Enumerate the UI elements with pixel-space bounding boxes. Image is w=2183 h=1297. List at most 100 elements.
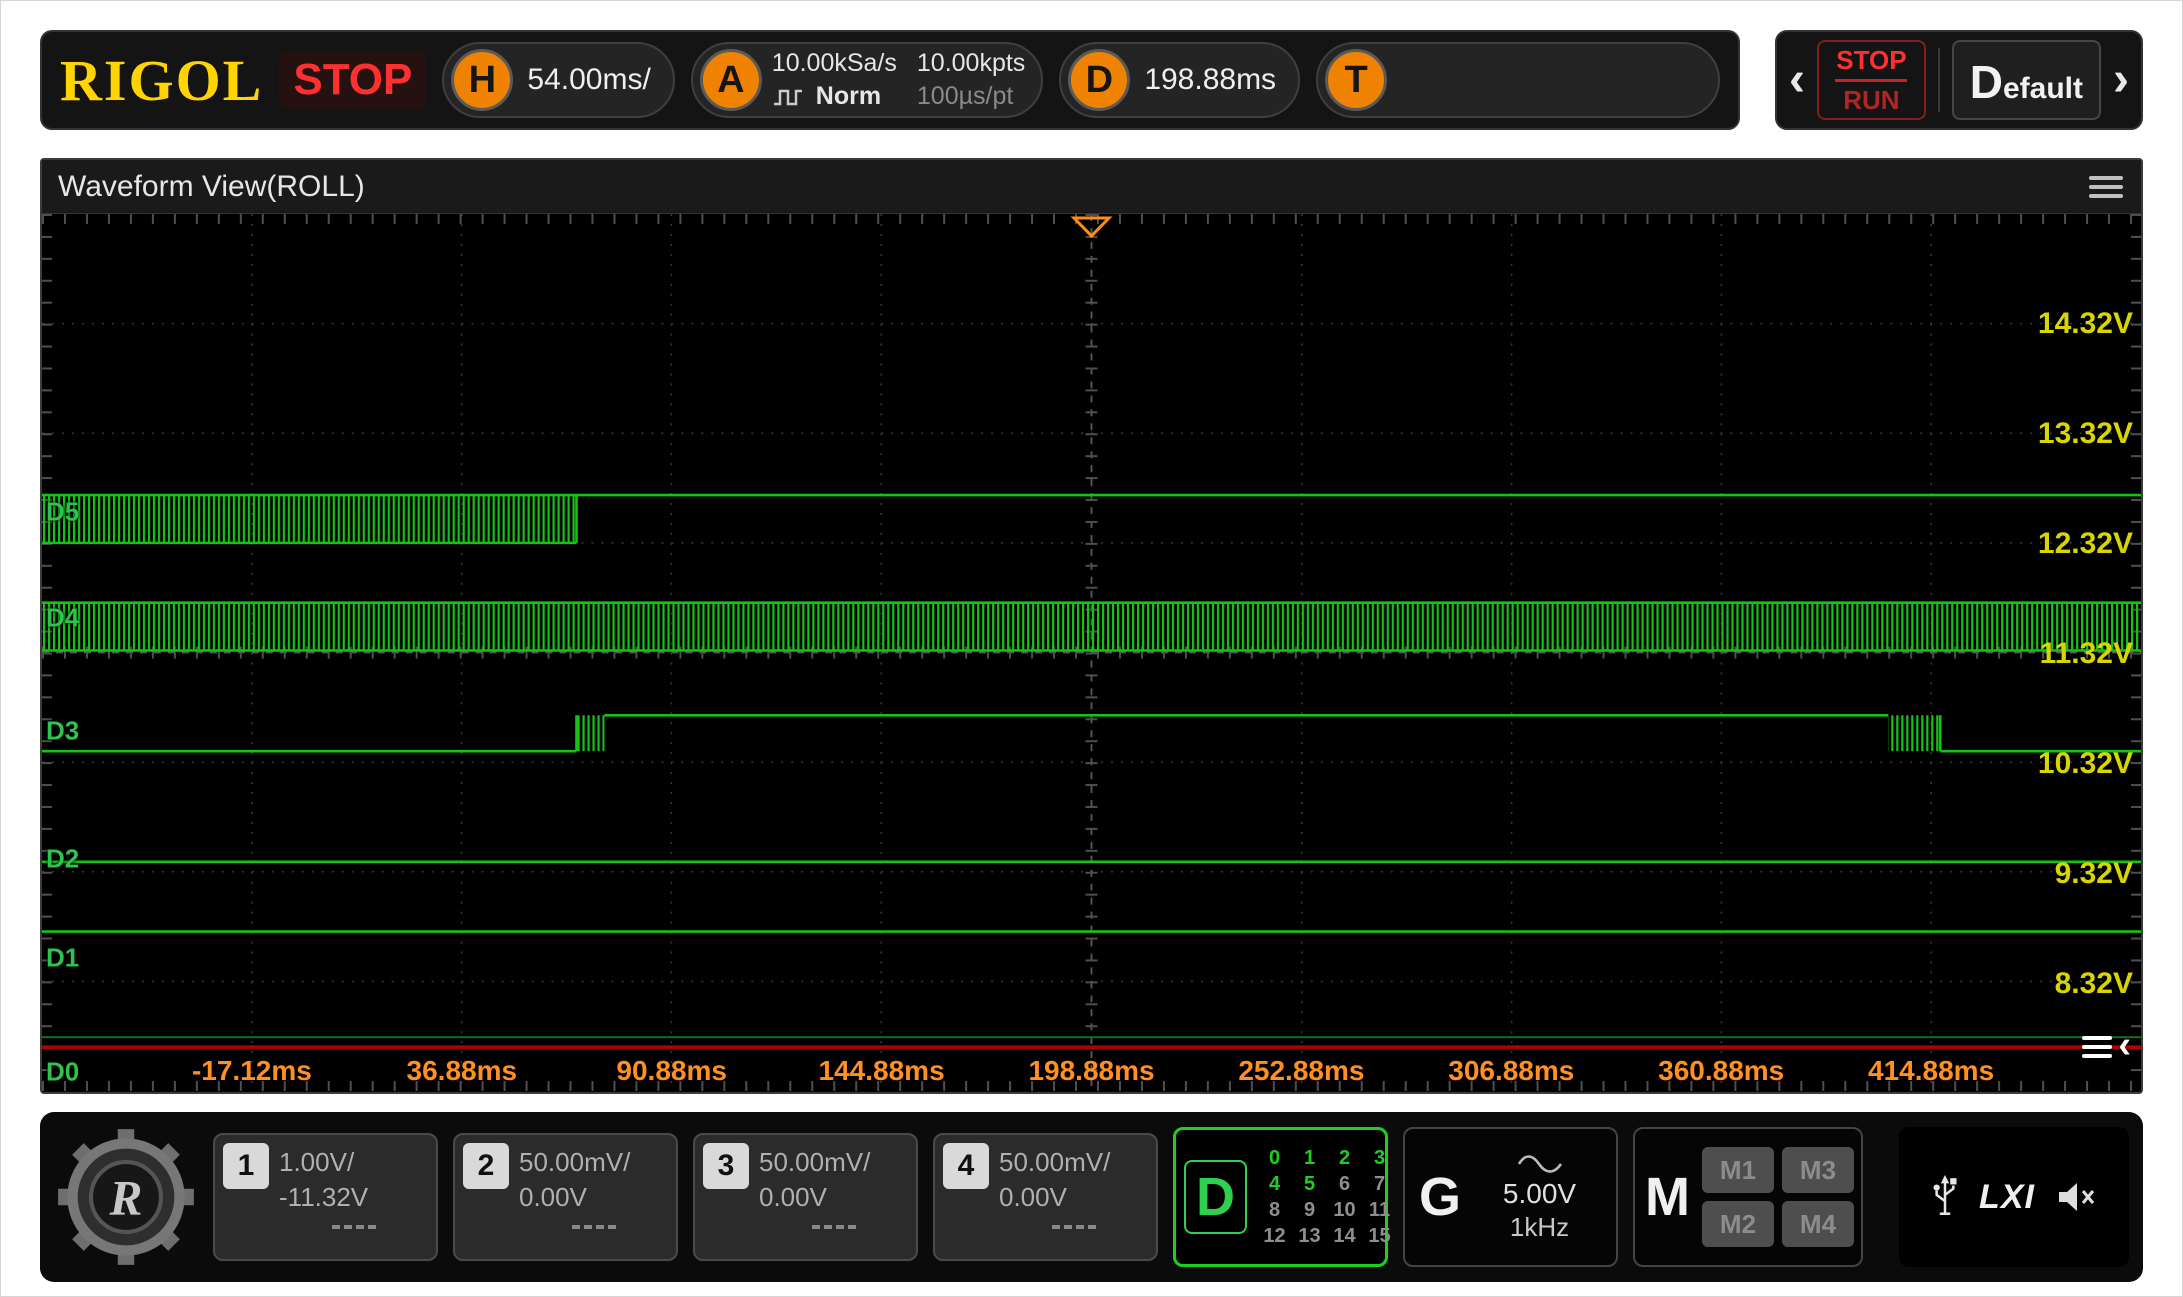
next-page-chevron-icon[interactable]: › <box>2113 56 2129 104</box>
channel-4-number: 4 <box>943 1143 989 1189</box>
delay-value: 198.88ms <box>1144 63 1276 97</box>
channel-3-scale: 50.00mV/ <box>759 1147 908 1178</box>
channel-2-offset: 0.00V <box>519 1182 668 1213</box>
digital-bit: 8 <box>1257 1199 1292 1222</box>
acquire-knob-icon[interactable]: A <box>700 49 762 111</box>
waveform-view-header: Waveform View(ROLL) <box>42 160 2141 214</box>
top-toolbar: RIGOL STOP H 54.00ms/ A 10.00kSa/s Norm … <box>40 30 1740 130</box>
rigol-gear-logo-button[interactable]: R <box>54 1125 198 1269</box>
channel-4-button[interactable]: 4 50.00mV/ 0.00V <box>933 1133 1158 1261</box>
lxi-status-label: LXI <box>1979 1178 2035 1217</box>
toolbar-divider <box>1938 48 1940 112</box>
digital-bit: 10 <box>1327 1199 1362 1222</box>
channel-2-number: 2 <box>463 1143 509 1189</box>
coupling-dashes-icon <box>1052 1225 1096 1229</box>
channel-label-d2: D2 <box>46 844 79 875</box>
generator-amplitude: 5.00V <box>1503 1178 1576 1210</box>
io-status-panel: LXI <box>1899 1127 2129 1267</box>
channel-label-d4: D4 <box>46 603 79 634</box>
math-button[interactable]: M M1 M3 M2 M4 <box>1633 1127 1863 1267</box>
menu-icon[interactable] <box>2087 170 2125 204</box>
digital-bit: 9 <box>1292 1199 1327 1222</box>
channel-label-d1: D1 <box>46 943 79 974</box>
sample-rate-value: 10.00kSa/s <box>772 49 897 78</box>
math-m4-button[interactable]: M4 <box>1782 1201 1854 1247</box>
waveform-traces[interactable] <box>42 214 2141 1091</box>
channel-3-number: 3 <box>703 1143 749 1189</box>
delay-knob-icon[interactable]: D <box>1068 49 1130 111</box>
speaker-muted-icon[interactable] <box>2055 1178 2097 1216</box>
digital-bit: 14 <box>1327 1225 1362 1248</box>
run-stop-run-label: RUN <box>1843 85 1899 116</box>
horizontal-scale-button[interactable]: H 54.00ms/ <box>442 42 674 118</box>
time-label: 252.88ms <box>1238 1055 1364 1087</box>
horizontal-knob-icon[interactable]: H <box>451 49 513 111</box>
math-m2-button[interactable]: M2 <box>1702 1201 1774 1247</box>
top-right-toolbar: ‹ STOP RUN Default › <box>1775 30 2143 130</box>
acquire-left-column: 10.00kSa/s Norm <box>772 49 897 111</box>
voltage-label: 11.32V <box>2040 637 2133 671</box>
time-label: 90.88ms <box>616 1055 727 1087</box>
rigol-logo: RIGOL <box>60 47 263 114</box>
voltage-label: 9.32V <box>2055 857 2133 891</box>
channel-3-offset: 0.00V <box>759 1182 908 1213</box>
digital-bit: 5 <box>1292 1173 1327 1196</box>
run-stop-button[interactable]: STOP RUN <box>1817 40 1926 120</box>
default-button[interactable]: Default <box>1952 40 2101 120</box>
trigger-button[interactable]: T <box>1316 42 1720 118</box>
voltage-label: 10.32V <box>2038 747 2133 781</box>
time-label: 414.88ms <box>1868 1055 1994 1087</box>
coupling-dashes-icon <box>572 1225 616 1229</box>
channel-4-offset: 0.00V <box>999 1182 1148 1213</box>
channel-label-d3: D3 <box>46 716 79 747</box>
channel-3-button[interactable]: 3 50.00mV/ 0.00V <box>693 1133 918 1261</box>
svg-text:R: R <box>109 1170 143 1225</box>
delay-button[interactable]: D 198.88ms <box>1059 42 1300 118</box>
channel-2-button[interactable]: 2 50.00mV/ 0.00V <box>453 1133 678 1261</box>
collapse-chevron-icon: ‹ <box>2118 1026 2131 1064</box>
math-m3-button[interactable]: M3 <box>1782 1147 1854 1193</box>
coupling-dashes-icon <box>812 1225 856 1229</box>
run-stop-stop-label: STOP <box>1836 45 1906 76</box>
channel-1-number: 1 <box>223 1143 269 1189</box>
digital-bit: 2 <box>1327 1147 1362 1170</box>
digital-bit-grid: 0 1 2 3 4 5 6 7 8 9 10 11 12 13 14 15 <box>1257 1147 1397 1248</box>
square-wave-icon <box>772 87 808 107</box>
generator-label: G <box>1419 1166 1461 1228</box>
channel-4-scale: 50.00mV/ <box>999 1147 1148 1178</box>
digital-bit: 12 <box>1257 1225 1292 1248</box>
time-label: 198.88ms <box>1028 1055 1154 1087</box>
channel-label-d0: D0 <box>46 1057 79 1088</box>
time-per-point-value: 100µs/pt <box>917 82 1025 111</box>
digital-bit: 7 <box>1362 1173 1397 1196</box>
channel-label-d5: D5 <box>46 497 79 528</box>
bottom-toolbar: R 1 1.00V/ -11.32V 2 50.00mV/ 0.00V 3 50… <box>40 1112 2143 1282</box>
coupling-dashes-icon <box>332 1225 376 1229</box>
digital-channels-button[interactable]: D 0 1 2 3 4 5 6 7 8 9 10 11 12 13 14 15 <box>1173 1127 1388 1267</box>
acquire-mode-row: Norm <box>772 82 897 111</box>
prev-page-chevron-icon[interactable]: ‹ <box>1789 56 1805 104</box>
collapse-results-icon[interactable]: ‹ <box>2082 1030 2131 1064</box>
time-label: 36.88ms <box>407 1055 518 1087</box>
digital-bit: 15 <box>1362 1225 1397 1248</box>
voltage-label: 14.32V <box>2038 307 2133 341</box>
generator-frequency: 1kHz <box>1510 1212 1569 1243</box>
digital-label: D <box>1184 1160 1247 1234</box>
horizontal-scale-value: 54.00ms/ <box>527 63 650 97</box>
sine-wave-icon <box>1516 1152 1564 1176</box>
digital-bit: 4 <box>1257 1173 1292 1196</box>
channel-1-scale: 1.00V/ <box>279 1147 428 1178</box>
time-label: -17.12ms <box>192 1055 312 1087</box>
acquire-button[interactable]: A 10.00kSa/s Norm 10.00kpts 100µs/pt <box>691 42 1044 118</box>
generator-button[interactable]: G 5.00V 1kHz <box>1403 1127 1618 1267</box>
channel-1-button[interactable]: 1 1.00V/ -11.32V <box>213 1133 438 1261</box>
trigger-knob-icon[interactable]: T <box>1325 49 1387 111</box>
math-m1-button[interactable]: M1 <box>1702 1147 1774 1193</box>
digital-bit: 6 <box>1327 1173 1362 1196</box>
waveform-plot-area[interactable]: D5 D4 D3 D2 D1 D0 14.32V 13.32V 12.32V 1… <box>42 214 2141 1091</box>
voltage-label: 8.32V <box>2055 967 2133 1001</box>
time-label: 360.88ms <box>1658 1055 1784 1087</box>
time-label: 144.88ms <box>819 1055 945 1087</box>
run-stop-divider <box>1835 79 1907 82</box>
acquire-right-column: 10.00kpts 100µs/pt <box>917 49 1025 111</box>
